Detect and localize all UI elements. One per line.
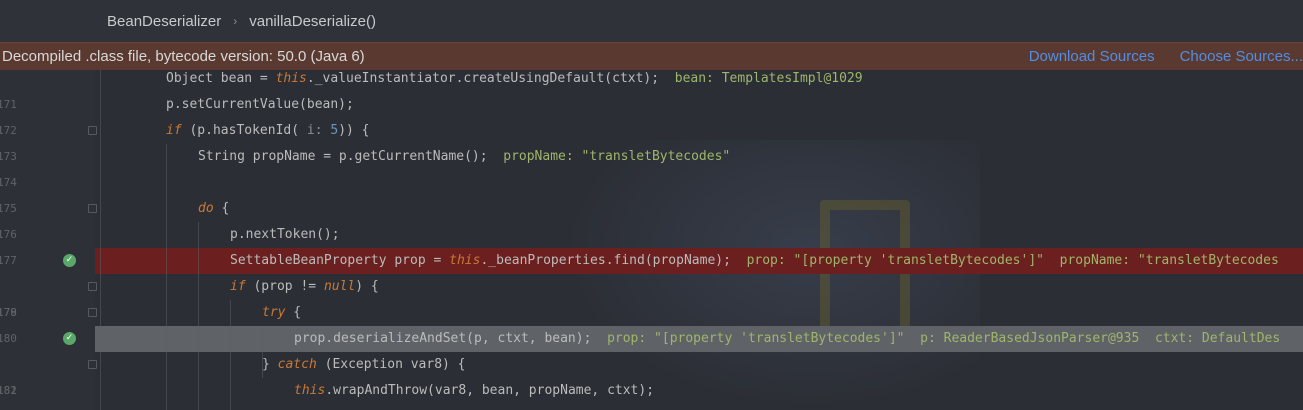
indent-guide — [262, 326, 263, 378]
debug-value: prop: "[property 'transletBytecodes']" p… — [607, 331, 1281, 346]
code-line[interactable]: 177 p.nextToken(); — [0, 222, 1303, 267]
debug-value: propName: "transletBytecodes" — [503, 149, 731, 164]
line-number: 183 — [0, 404, 17, 410]
code-text: p.setCurrentValue(bean); — [166, 97, 354, 112]
choose-sources-link[interactable]: Choose Sources... — [1180, 48, 1303, 65]
code-line[interactable]: 179 if (prop != null) { — [0, 274, 1303, 319]
fold-icon[interactable] — [88, 126, 97, 135]
code-line[interactable]: 172 p.setCurrentValue(bean); — [0, 92, 1303, 137]
fold-icon[interactable] — [88, 282, 97, 291]
code-text: prop.deserializeAndSet(p, ctxt, bean); p… — [294, 331, 1281, 346]
breadcrumb: BeanDeserializer › vanillaDeserialize() — [0, 0, 1303, 42]
code-line[interactable]: 173 if (p.hasTokenId( i: 5)) { — [0, 118, 1303, 163]
breadcrumb-separator-icon: › — [233, 14, 238, 28]
code-text: if (prop != null) { — [230, 279, 379, 294]
indent-guide — [100, 70, 101, 410]
breadcrumb-method[interactable]: vanillaDeserialize() — [249, 13, 376, 30]
code-text: p.nextToken(); — [230, 227, 340, 242]
code-text: try { — [262, 305, 302, 320]
indent-guide — [166, 144, 167, 410]
indent-guide — [198, 222, 199, 410]
code-editor[interactable]: 171 Object bean = this._valueInstantiato… — [0, 70, 1303, 410]
code-line[interactable]: 182 } catch (Exception var8) { — [0, 352, 1303, 397]
fold-icon[interactable] — [88, 308, 97, 317]
code-text: do { — [198, 201, 230, 216]
download-sources-link[interactable]: Download Sources — [1029, 48, 1155, 65]
code-line[interactable]: 176 do { — [0, 196, 1303, 241]
code-line[interactable]: 174 String propName = p.getCurrentName()… — [0, 144, 1303, 189]
code-line-current[interactable]: 181 ✓ prop.deserializeAndSet(p, ctxt, be… — [0, 326, 1303, 397]
breakpoint-check-icon[interactable]: ✓ — [63, 254, 76, 267]
debug-value: prop: "[property 'transletBytecodes']" p… — [746, 253, 1279, 268]
code-text: } catch (Exception var8) { — [262, 357, 466, 372]
code-text: Object bean = this._valueInstantiator.cr… — [166, 71, 863, 86]
code-line[interactable]: 175 — [0, 170, 1303, 215]
fold-icon[interactable] — [88, 204, 97, 213]
code-text: SettableBeanProperty prop = this._beanPr… — [230, 253, 1279, 268]
code-line[interactable]: 180 try { — [0, 300, 1303, 345]
fold-icon[interactable] — [88, 360, 97, 369]
code-text: this.wrapAndThrow(var8, bean, propName, … — [294, 383, 655, 398]
banner-message: Decompiled .class file, bytecode version… — [2, 48, 365, 65]
code-line[interactable]: 183 this.wrapAndThrow(var8, bean, propNa… — [0, 378, 1303, 404]
code-text: if (p.hasTokenId( i: 5)) { — [166, 123, 370, 138]
indent-guide — [230, 300, 231, 410]
code-line[interactable]: 171 Object bean = this._valueInstantiato… — [0, 66, 1303, 111]
breakpoint-check-icon[interactable]: ✓ — [63, 332, 76, 345]
debug-value: bean: TemplatesImpl@1029 — [674, 71, 863, 86]
breadcrumb-class[interactable]: BeanDeserializer — [107, 13, 221, 30]
code-line-breakpoint[interactable]: 178 ✓ SettableBeanProperty prop = this._… — [0, 248, 1303, 319]
code-text: String propName = p.getCurrentName(); pr… — [198, 149, 731, 164]
param-hint: i: — [306, 123, 323, 138]
